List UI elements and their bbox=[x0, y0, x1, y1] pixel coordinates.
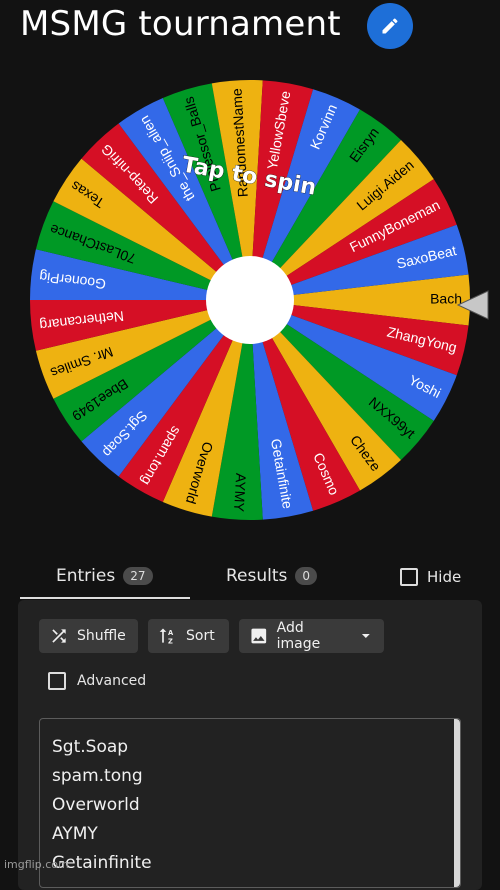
tab-results[interactable]: Results 0 bbox=[226, 566, 318, 586]
add-image-label: Add image bbox=[276, 620, 321, 652]
sort-icon: A Z bbox=[159, 628, 174, 646]
entry-line: Overworld bbox=[52, 795, 140, 815]
chevron-down-icon[interactable] bbox=[358, 628, 374, 644]
spin-wheel[interactable]: BachZhangYongYoshiNXX99ytChezeCosmoGetai… bbox=[0, 0, 500, 540]
shuffle-button[interactable]: Shuffle bbox=[39, 619, 138, 653]
sort-label: Sort bbox=[186, 628, 215, 644]
tab-entries[interactable]: Entries 27 bbox=[56, 566, 153, 586]
svg-text:A: A bbox=[168, 629, 174, 637]
add-image-button[interactable]: Add image bbox=[239, 619, 384, 653]
shuffle-label: Shuffle bbox=[77, 628, 126, 644]
active-tab-indicator bbox=[20, 597, 190, 599]
advanced-toggle[interactable]: Advanced bbox=[48, 672, 146, 690]
entry-line: Sgt.Soap bbox=[52, 737, 129, 757]
image-icon bbox=[251, 628, 267, 644]
hide-toggle[interactable]: Hide bbox=[400, 568, 461, 586]
advanced-checkbox[interactable] bbox=[48, 672, 66, 690]
triangle-pointer-icon bbox=[456, 290, 489, 320]
tab-results-label: Results bbox=[226, 566, 288, 586]
hide-label: Hide bbox=[427, 568, 462, 586]
svg-text:Z: Z bbox=[168, 638, 173, 646]
hide-checkbox[interactable] bbox=[400, 568, 418, 586]
entry-line: spam.tong bbox=[52, 766, 143, 786]
sort-button[interactable]: A Z Sort bbox=[148, 619, 229, 653]
shuffle-icon bbox=[52, 629, 66, 643]
entry-line: AYMY bbox=[52, 824, 98, 844]
wheel-center-hub bbox=[206, 256, 294, 344]
textarea-scrollbar[interactable] bbox=[454, 719, 460, 887]
entries-count-badge: 27 bbox=[123, 567, 153, 585]
tab-entries-label: Entries bbox=[56, 566, 116, 586]
watermark: imgflip.com bbox=[4, 858, 69, 871]
entries-results-tabs: Entries 27 Results 0 Hide bbox=[20, 560, 480, 600]
advanced-label: Advanced bbox=[77, 673, 147, 689]
entries-panel: Shuffle A Z Sort Add image Advanced Sgt.… bbox=[18, 600, 482, 890]
results-count-badge: 0 bbox=[295, 567, 318, 585]
wheel-entry-label: AYMY bbox=[231, 473, 249, 513]
entries-textarea[interactable]: Sgt.Soap spam.tong Overworld AYMY Getain… bbox=[39, 718, 461, 888]
